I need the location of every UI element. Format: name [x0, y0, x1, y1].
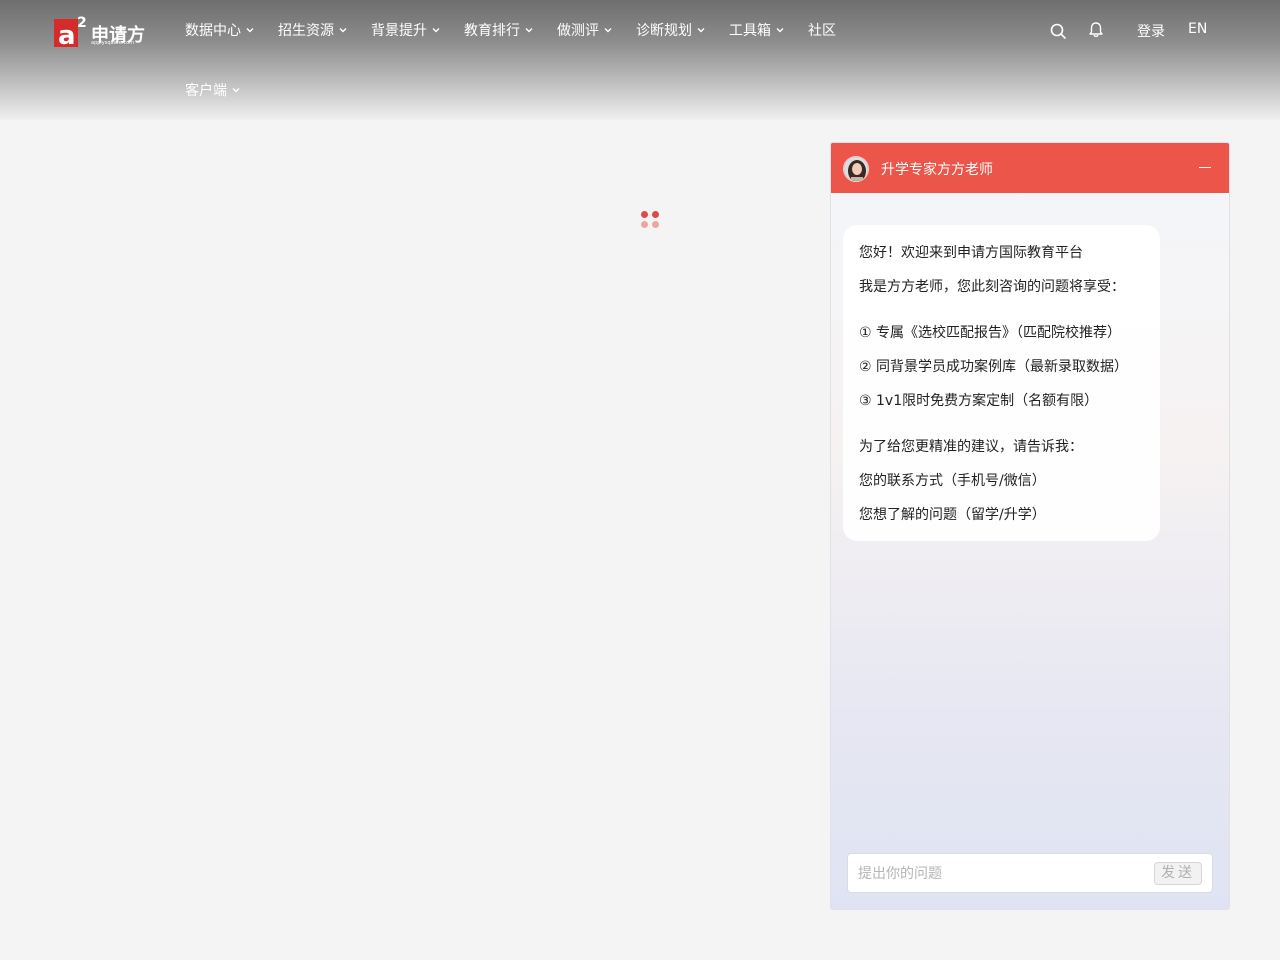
- benefit-item: ① 专属《选校匹配报告》（匹配院校推荐）: [859, 325, 1121, 341]
- nav-item-client[interactable]: 客户端: [185, 78, 241, 102]
- ask-item: 您的联系方式（手机号/微信）: [859, 473, 1046, 489]
- nav-item-label: 工具箱: [729, 23, 771, 39]
- nav-item-background[interactable]: 背景提升: [371, 18, 441, 42]
- chat-question-input[interactable]: [858, 863, 1148, 885]
- chat-header: 升学专家方方老师: [831, 143, 1229, 193]
- advisor-avatar: [843, 156, 869, 182]
- loader-dot: [641, 221, 648, 228]
- nav-item-label: 客户端: [185, 83, 227, 99]
- nav-item-community[interactable]: 社区: [808, 18, 836, 42]
- benefit-item: ② 同背景学员成功案例库（最新录取数据）: [859, 359, 1128, 375]
- loader-dot: [652, 221, 659, 228]
- nav-item-label: 背景提升: [371, 23, 427, 39]
- chevron-down-icon: [697, 28, 705, 33]
- nav-item-label: 社区: [808, 23, 836, 39]
- send-button[interactable]: 发送: [1154, 862, 1202, 885]
- nav-item-toolbox[interactable]: 工具箱: [729, 18, 785, 42]
- nav-item-label: 教育排行: [464, 23, 520, 39]
- chevron-down-icon: [246, 28, 254, 33]
- nav-item-label: 数据中心: [185, 23, 241, 39]
- nav-item-planning[interactable]: 诊断规划: [636, 18, 706, 42]
- login-link[interactable]: 登录: [1137, 21, 1165, 41]
- benefit-item: ③ 1v1限时免费方案定制（名额有限）: [859, 393, 1099, 409]
- ask-intro: 为了给您更精准的建议，请告诉我：: [859, 439, 1083, 455]
- logo-domain-text: applysquare.com: [91, 40, 135, 46]
- chevron-down-icon: [339, 28, 347, 33]
- language-switch[interactable]: EN: [1188, 21, 1207, 37]
- nav-item-data-center[interactable]: 数据中心: [185, 18, 255, 42]
- greeting-message-bubble: 您好！欢迎来到申请方国际教育平台 我是方方老师，您此刻咨询的问题将享受： ① 专…: [843, 225, 1160, 541]
- greeting-line: 我是方方老师，您此刻咨询的问题将享受：: [859, 279, 1125, 295]
- loader-dot: [641, 211, 648, 218]
- minimize-icon[interactable]: [1195, 157, 1215, 177]
- nav-item-admissions[interactable]: 招生资源: [278, 18, 348, 42]
- top-header: a 2 申请方 applysquare.com 数据中心 招生资源 背景提升 教…: [0, 0, 1280, 120]
- chevron-down-icon: [232, 88, 240, 93]
- advisor-avatar-image: [844, 157, 868, 181]
- chevron-down-icon: [776, 28, 784, 33]
- loading-spinner: [641, 211, 661, 231]
- chat-widget: 升学专家方方老师 您好！欢迎来到申请方国际教育平台 我是方方老师，您此刻咨询的问…: [830, 142, 1230, 910]
- ask-item: 您想了解的问题（留学/升学）: [859, 507, 1046, 523]
- loader-dot: [652, 211, 659, 218]
- nav-item-label: 做测评: [557, 23, 599, 39]
- svg-text:a: a: [58, 21, 76, 49]
- chat-input-container: 发送: [847, 853, 1213, 893]
- chat-title: 升学专家方方老师: [881, 162, 993, 178]
- nav-item-label: 诊断规划: [636, 23, 692, 39]
- nav-item-label: 招生资源: [278, 23, 334, 39]
- a2-logo-icon: a 2: [54, 15, 87, 49]
- greeting-line: 您好！欢迎来到申请方国际教育平台: [859, 245, 1083, 261]
- chevron-down-icon: [432, 28, 440, 33]
- nav-item-rankings[interactable]: 教育排行: [464, 18, 534, 42]
- chevron-down-icon: [604, 28, 612, 33]
- chevron-down-icon: [525, 28, 533, 33]
- site-logo[interactable]: a 2 申请方 applysquare.com: [54, 13, 146, 49]
- search-icon[interactable]: [1048, 21, 1068, 41]
- bell-icon[interactable]: [1086, 20, 1106, 40]
- svg-text:2: 2: [77, 15, 87, 31]
- nav-item-assessment[interactable]: 做测评: [557, 18, 613, 42]
